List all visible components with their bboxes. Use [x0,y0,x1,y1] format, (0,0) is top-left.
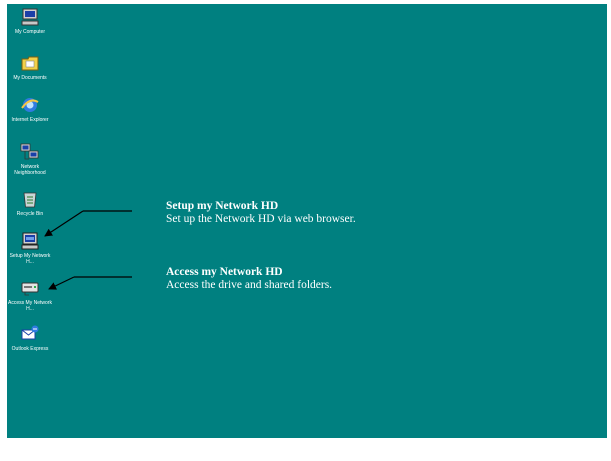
desktop-icon-internet-explorer[interactable]: Internet Explorer [7,94,53,123]
icon-label: My Documents [13,75,47,81]
icon-label: Access My Network H... [8,300,52,312]
access-callout-title: Access my Network HD [166,266,283,278]
icon-label: Internet Explorer [11,117,49,123]
desktop-icon-network-neighborhood[interactable]: Network Neighborhood [7,141,53,176]
my-computer-icon [19,6,41,28]
desktop-icon-access-network-hd[interactable]: Access My Network H... [7,277,53,312]
icon-label: Network Neighborhood [14,164,46,176]
access-callout: Access my Network HD Access the drive an… [166,266,332,292]
setup-network-hd-icon [19,230,41,252]
icon-label: Setup My Network H... [9,253,51,265]
my-documents-icon [19,52,41,74]
desktop-icon-setup-network-hd[interactable]: Setup My Network H... [7,230,53,265]
icon-label: Outlook Express [11,346,49,352]
desktop-icon-my-computer[interactable]: My Computer [7,6,53,35]
desktop-icon-outlook-express[interactable]: Outlook Express [7,323,53,352]
icon-label: My Computer [14,29,45,35]
outlook-express-icon [19,323,41,345]
access-callout-description: Access the drive and shared folders. [166,279,333,291]
network-neighborhood-icon [19,141,41,163]
access-network-hd-icon [19,277,41,299]
desktop-icon-my-documents[interactable]: My Documents [7,52,53,81]
icon-label: Recycle Bin [16,211,44,217]
desktop: My Computer My Documents Internet Explor… [7,4,607,438]
setup-callout-title: Setup my Network HD [166,200,279,212]
desktop-icon-recycle-bin[interactable]: Recycle Bin [7,188,53,217]
setup-callout-description: Set up the Network HD via web browser. [166,213,356,225]
setup-callout: Setup my Network HD Set up the Network H… [166,200,356,226]
internet-explorer-icon [19,94,41,116]
recycle-bin-icon [19,188,41,210]
